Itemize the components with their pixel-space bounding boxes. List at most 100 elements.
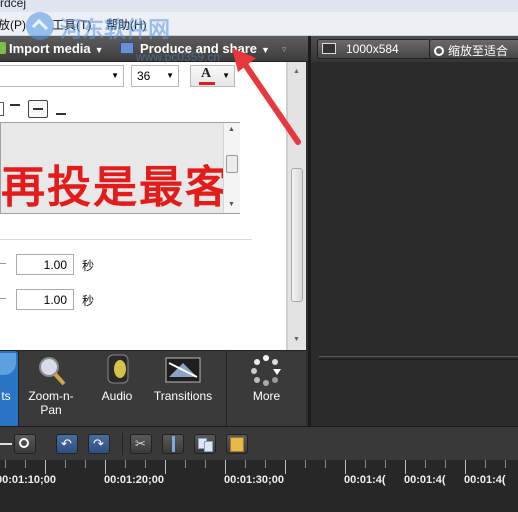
timecode-label: 00:01:10;00	[0, 474, 56, 486]
valign-bottom-icon[interactable]	[56, 113, 66, 115]
timecode-label: 00:01:4(	[344, 474, 386, 486]
menu-tools[interactable]: 工具(T)	[52, 16, 91, 33]
valign-middle-icon	[33, 108, 43, 110]
dimensions-icon	[322, 43, 336, 54]
tab-label: Zoom-n- Pan	[28, 389, 74, 417]
menu-help[interactable]: 帮助(H)	[106, 16, 147, 33]
task-tabs: ts Zoom-n- Pan Audio Transitions More	[0, 350, 306, 427]
undo-icon: ↶	[61, 436, 72, 451]
preview-splitter[interactable]	[319, 356, 518, 360]
fade-in-input[interactable]: 1.00	[16, 254, 74, 275]
split-icon	[172, 436, 175, 452]
font-size-dropdown[interactable]: 36 ▼	[131, 65, 179, 87]
timeline-zoom-button[interactable]	[14, 434, 36, 454]
tab-callouts[interactable]: ts	[0, 351, 18, 427]
font-family-dropdown[interactable]: ▼	[0, 65, 124, 87]
tab-zoom-n-pan[interactable]: Zoom-n- Pan	[19, 351, 83, 427]
paste-icon	[230, 437, 244, 452]
fade-out-input[interactable]: 1.00	[16, 289, 74, 310]
tick	[505, 460, 506, 468]
tick	[305, 460, 306, 468]
timecode-label: 00:01:20;00	[104, 474, 164, 486]
tick	[285, 460, 286, 474]
copy-button[interactable]	[194, 434, 216, 454]
paste-button[interactable]	[226, 434, 248, 454]
chevron-down-icon: ▼	[94, 45, 104, 55]
magnifier-icon	[39, 357, 66, 386]
tick	[85, 460, 86, 468]
tick	[205, 460, 206, 468]
redo-button[interactable]: ↷	[88, 434, 110, 454]
tab-label: ts	[1, 389, 11, 403]
tick	[5, 460, 6, 468]
film-icon	[120, 42, 134, 54]
undo-button[interactable]: ↶	[56, 434, 78, 454]
tick	[125, 460, 126, 468]
callouts-icon	[0, 353, 16, 375]
callout-text: 再投是最客	[1, 162, 231, 213]
more-dots-icon	[251, 355, 281, 386]
transitions-icon	[165, 357, 201, 383]
chevron-down-icon: ▼	[111, 71, 119, 80]
window-title: rdcej	[0, 0, 27, 10]
canvas-dimensions-label: 1000x584	[346, 42, 399, 56]
tab-label: More	[252, 389, 281, 403]
tab-more[interactable]: More	[227, 351, 306, 427]
split-button[interactable]	[162, 434, 184, 454]
fade-in-dash	[0, 263, 6, 264]
callout-text-editor[interactable]: 再投是最客 ▲ ▼	[0, 122, 240, 214]
fade-out-dash	[0, 298, 6, 299]
canvas-dimensions-button[interactable]: 1000x584	[317, 39, 431, 59]
tick	[485, 460, 486, 468]
import-media-label: Import media	[9, 41, 91, 56]
text-color-swatch	[199, 82, 215, 85]
tick	[225, 460, 226, 474]
tick	[65, 460, 66, 468]
text-editor-scroll-thumb[interactable]	[226, 155, 238, 173]
timecode-label: 00:01:4(	[464, 474, 506, 486]
tab-transitions[interactable]: Transitions	[148, 351, 218, 427]
timeline-ruler[interactable]: 00:01:10;00 00:01:20;00 00:01:30;00 00:0…	[0, 460, 518, 512]
valign-top-icon[interactable]	[10, 104, 20, 106]
scroll-down-icon[interactable]: ▼	[293, 336, 300, 343]
section-divider	[0, 239, 252, 240]
window-title-bar: rdcej	[0, 0, 518, 12]
tick	[105, 460, 106, 474]
chevron-down-icon: ▼	[166, 71, 174, 80]
speaker-icon	[107, 354, 129, 384]
zoom-fit-label: 缩放至适合	[448, 44, 509, 58]
fade-in-value: 1.00	[43, 258, 67, 272]
tick	[165, 460, 166, 474]
scroll-down-icon[interactable]: ▼	[228, 201, 235, 208]
import-media-button[interactable]: Import media ▼	[0, 41, 104, 56]
zoom-icon	[434, 46, 444, 56]
tab-label: Audio	[101, 389, 133, 403]
fade-out-unit: 秒	[82, 294, 95, 308]
preview-canvas[interactable]	[311, 62, 518, 384]
menu-play[interactable]: 放(P)	[0, 16, 26, 33]
redo-icon: ↷	[93, 436, 104, 451]
menu-bar: 放(P) 工具(T) 帮助(H)	[0, 12, 518, 36]
font-size-value: 36	[137, 69, 151, 83]
tick	[145, 460, 146, 468]
tab-audio[interactable]: Audio	[86, 351, 148, 427]
scissors-icon: ✂	[135, 436, 146, 451]
tick	[245, 460, 246, 468]
tick	[425, 460, 426, 468]
valign-middle-button[interactable]	[28, 100, 48, 118]
tick	[365, 460, 366, 468]
tick	[325, 460, 326, 468]
fade-in-unit: 秒	[82, 259, 95, 273]
timecode-label: 00:01:30;00	[224, 474, 284, 486]
zoom-icon	[19, 438, 29, 448]
align-left-icon[interactable]	[0, 102, 4, 116]
zoom-slider-track[interactable]	[0, 443, 12, 445]
text-color-icon: A	[201, 66, 212, 81]
properties-scroll-thumb[interactable]	[291, 168, 303, 302]
tick	[185, 460, 186, 468]
cut-button[interactable]: ✂	[130, 434, 152, 454]
tick	[345, 460, 346, 474]
tick	[405, 460, 406, 474]
toolbar-separator	[122, 433, 123, 455]
zoom-fit-button[interactable]: 缩放至适合	[429, 39, 518, 59]
